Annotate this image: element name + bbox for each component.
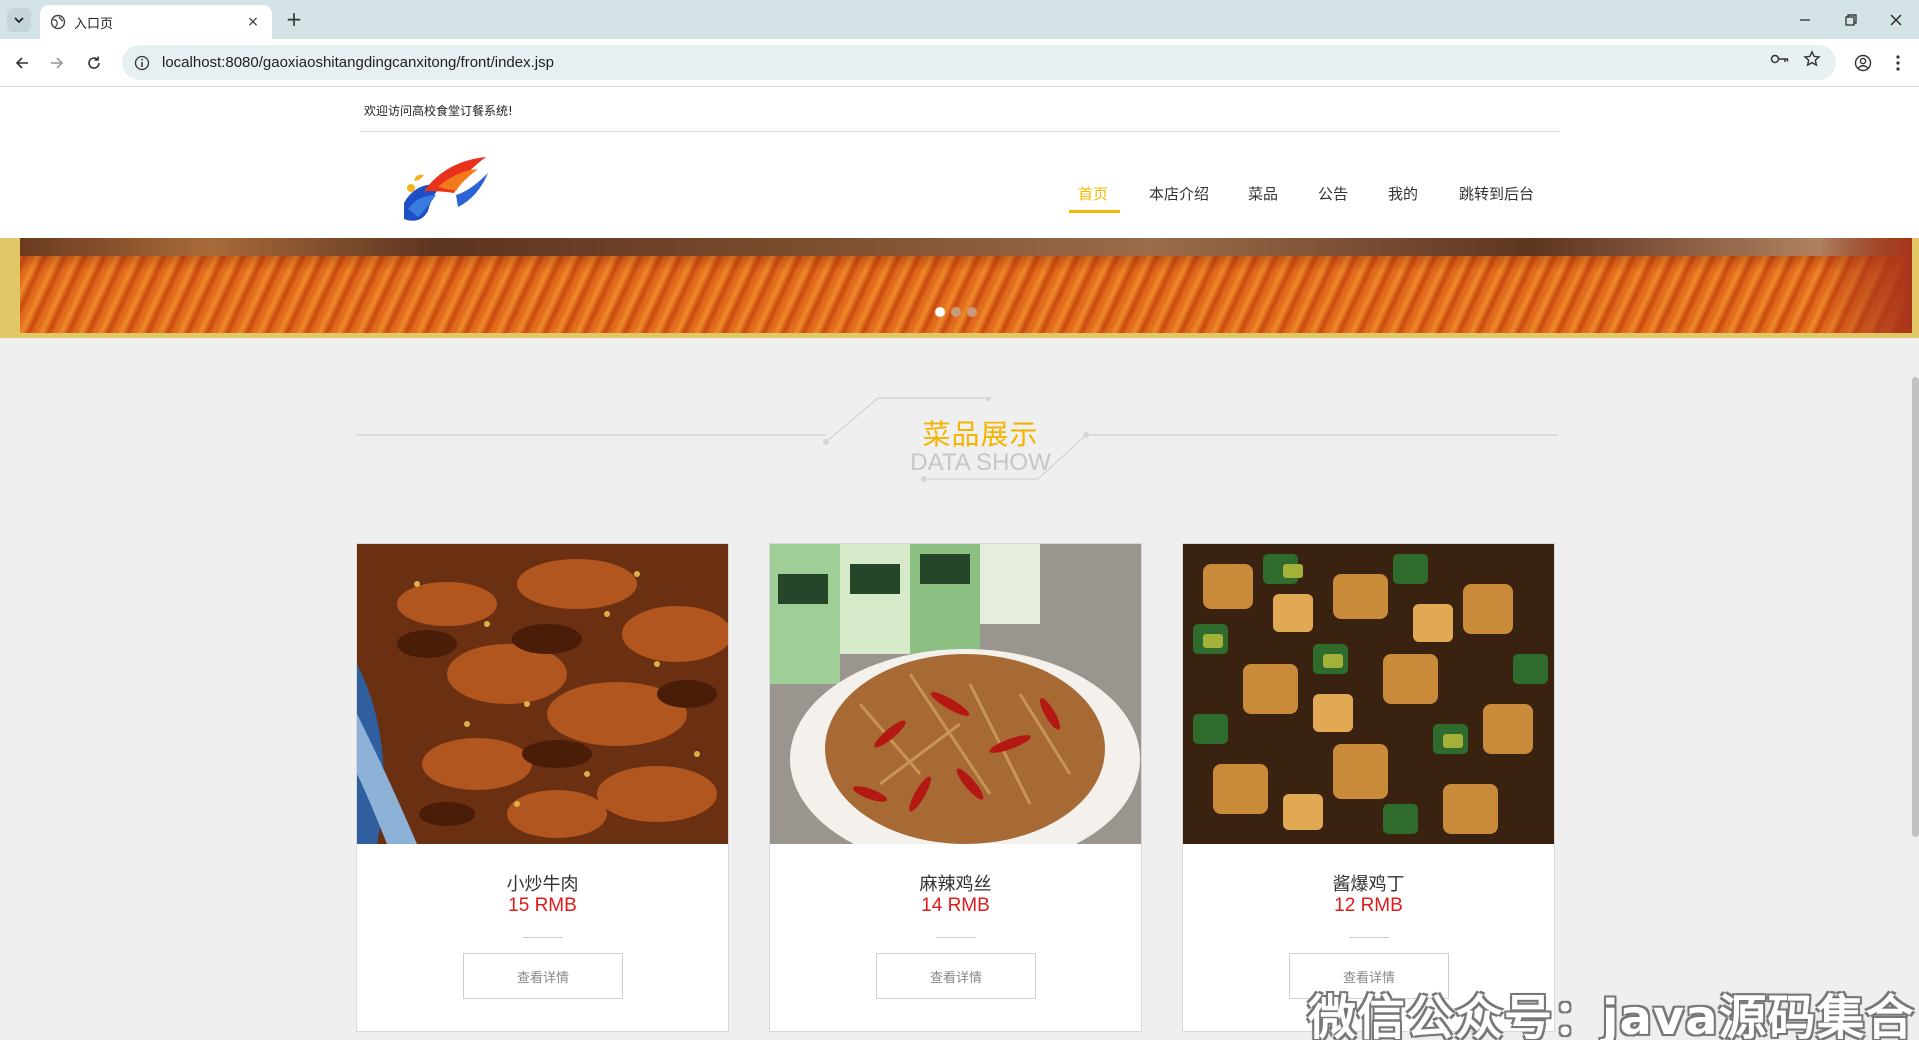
- card-divider: [523, 937, 563, 938]
- reload-button[interactable]: [82, 51, 106, 75]
- dish-price: 12 RMB: [1334, 895, 1403, 916]
- tab-title: 入口页: [74, 16, 114, 32]
- nav-active-underline: [1069, 210, 1120, 213]
- watermark-text: 微信公众号：java源码集合: [1308, 990, 1915, 1040]
- banner-carousel[interactable]: [0, 238, 1919, 338]
- nav-announcements[interactable]: 公告: [1318, 183, 1348, 211]
- dish-card[interactable]: 麻辣鸡丝 14 RMB 查看详情: [769, 543, 1142, 1032]
- banner-image-edge: [1820, 238, 1912, 333]
- nav-mine[interactable]: 我的: [1388, 183, 1418, 211]
- view-details-button[interactable]: 查看详情: [876, 953, 1036, 999]
- close-tab-icon[interactable]: ×: [244, 13, 262, 31]
- nav-about[interactable]: 本店介绍: [1149, 183, 1209, 211]
- restore-icon: [1845, 13, 1857, 26]
- browser-tab-strip: 入口页 × +: [0, 0, 1919, 39]
- password-key-button[interactable]: [1769, 48, 1791, 70]
- site-info-icon[interactable]: [134, 55, 150, 71]
- arrow-right-icon: [51, 57, 64, 69]
- tab-search-button[interactable]: [7, 8, 31, 32]
- browser-toolbar: localhost:8080/gaoxiaoshitangdingcanxito…: [0, 39, 1919, 87]
- section-title: 菜品展示: [0, 413, 1919, 453]
- section-title-en: DATA SHOW: [910, 449, 1051, 476]
- nav-admin[interactable]: 跳转到后台: [1459, 183, 1534, 211]
- key-icon: [1770, 54, 1789, 64]
- profile-button[interactable]: [1852, 52, 1874, 74]
- minimize-button[interactable]: [1782, 0, 1828, 39]
- page-scrollbar[interactable]: [1912, 377, 1919, 837]
- back-button[interactable]: [10, 51, 34, 75]
- nav-home[interactable]: 首页: [1078, 183, 1108, 211]
- minimize-icon: [1800, 18, 1810, 21]
- welcome-text: 欢迎访问高校食堂订餐系统!: [364, 104, 513, 118]
- header-divider: [360, 131, 1560, 132]
- card-divider: [936, 937, 976, 938]
- dish-photo-diced-chicken[interactable]: [1183, 544, 1554, 844]
- dish-price: 14 RMB: [921, 895, 990, 916]
- web-page: 欢迎访问高校食堂订餐系统! 首页 本店介绍 菜品 公告 我的 跳转到后台 菜品展…: [0, 87, 1919, 1040]
- card-divider: [1349, 937, 1389, 938]
- carousel-dot-2[interactable]: [951, 307, 961, 317]
- profile-icon: [1854, 54, 1872, 72]
- site-logo[interactable]: [398, 151, 492, 225]
- view-details-button[interactable]: 查看详情: [463, 953, 623, 999]
- dish-card[interactable]: 小炒牛肉 15 RMB 查看详情: [356, 543, 729, 1032]
- reload-icon: [88, 56, 100, 69]
- dish-price: 15 RMB: [508, 895, 577, 916]
- dish-name: 麻辣鸡丝: [919, 874, 992, 895]
- forward-button[interactable]: [45, 51, 69, 75]
- section-subtitle: DATA SHOW: [0, 449, 1919, 477]
- carousel-dot-3[interactable]: [967, 307, 977, 317]
- close-icon: [1890, 14, 1902, 25]
- dish-photo-chicken-shreds[interactable]: [770, 544, 1141, 844]
- new-tab-button[interactable]: +: [282, 8, 306, 32]
- address-bar[interactable]: localhost:8080/gaoxiaoshitangdingcanxito…: [122, 45, 1836, 80]
- carousel-dot-1[interactable]: [935, 307, 945, 317]
- restore-button[interactable]: [1828, 0, 1874, 39]
- globe-icon: [50, 14, 66, 30]
- more-vert-icon: [1896, 55, 1900, 71]
- banner-image-top: [20, 238, 1912, 256]
- dish-card[interactable]: 酱爆鸡丁 12 RMB 查看详情: [1182, 543, 1555, 1032]
- chevron-down-icon: [14, 17, 24, 24]
- bookmark-button[interactable]: [1801, 48, 1823, 70]
- close-window-button[interactable]: [1873, 0, 1919, 39]
- url-text: localhost:8080/gaoxiaoshitangdingcanxito…: [162, 54, 554, 71]
- site-header: 欢迎访问高校食堂订餐系统! 首页 本店介绍 菜品 公告 我的 跳转到后台: [0, 87, 1919, 238]
- arrow-left-icon: [15, 57, 28, 69]
- dish-name: 酱爆鸡丁: [1332, 874, 1405, 895]
- dish-photo-beef[interactable]: [357, 544, 728, 844]
- section-title-cn: 菜品展示: [922, 418, 1039, 451]
- nav-dishes[interactable]: 菜品: [1248, 183, 1278, 211]
- star-icon: [1803, 50, 1821, 67]
- dish-name: 小炒牛肉: [506, 874, 579, 895]
- browser-tab[interactable]: 入口页 ×: [40, 5, 272, 39]
- browser-menu-button[interactable]: [1887, 52, 1909, 74]
